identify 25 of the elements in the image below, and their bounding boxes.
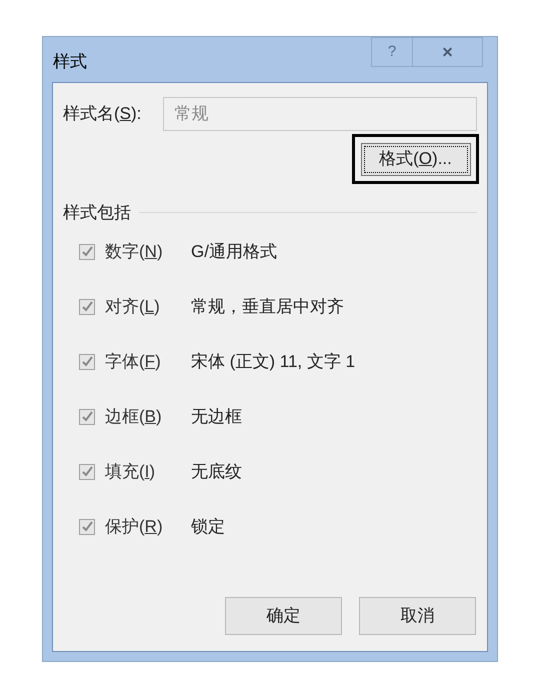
setting-value: 锁定 (191, 516, 225, 538)
checkbox-label: 数字(N) (105, 240, 164, 263)
setting-value: G/通用格式 (191, 240, 277, 263)
check-icon (82, 521, 92, 532)
dialog-button[interactable]: 取消 (359, 597, 476, 635)
checkbox-label: 边框(B) (105, 406, 163, 428)
check-icon (82, 246, 92, 257)
checkbox-label: 对齐(L) (105, 296, 161, 318)
checkbox-label: 填充(I) (105, 460, 156, 483)
format-button[interactable]: 格式(O)... (352, 134, 479, 184)
checkbox-label: 保护(R) (105, 516, 164, 538)
checkbox-label: 字体(F) (105, 350, 162, 373)
group-title: 样式包括 (63, 202, 131, 224)
setting-value: 常规，垂直居中对齐 (191, 296, 344, 318)
check-icon (82, 301, 92, 312)
setting-value: 宋体 (正文) 11, 文字 1 (191, 350, 356, 373)
close-button[interactable]: × (413, 37, 483, 67)
check-icon (82, 356, 92, 367)
setting-value: 无边框 (191, 406, 242, 428)
setting-value: 无底纹 (191, 460, 242, 483)
style-name-label: 样式名(S): (63, 103, 142, 126)
window-title: 样式 (53, 51, 87, 73)
check-icon (82, 411, 92, 422)
dialog-button[interactable]: 确定 (225, 597, 342, 635)
check-icon (82, 466, 92, 477)
